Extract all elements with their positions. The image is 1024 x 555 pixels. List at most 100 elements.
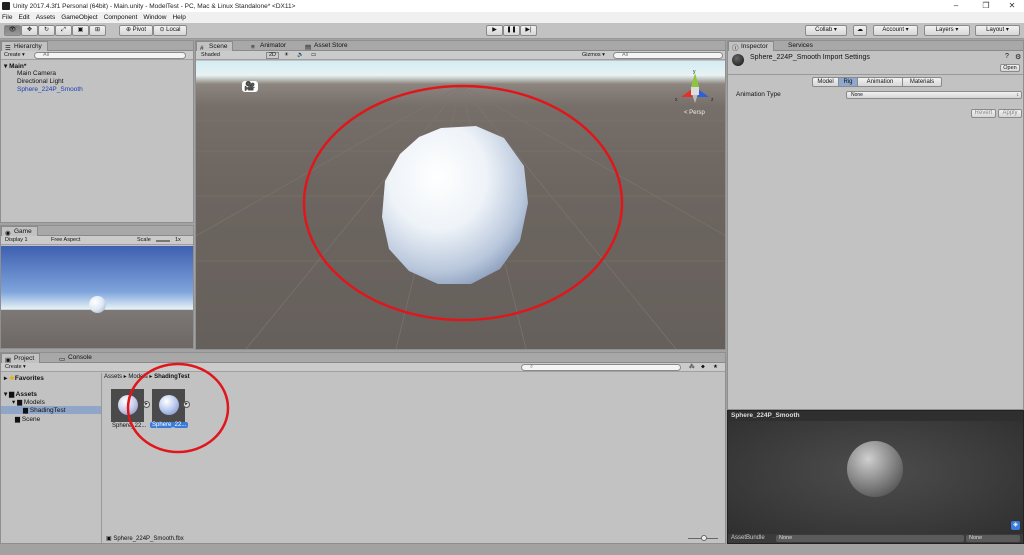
- project-toolbar: Create ▾ ⌕ ⁂ ⬥ ★: [1, 363, 725, 372]
- play-icon[interactable]: ▶: [486, 25, 503, 36]
- game-view[interactable]: [1, 246, 193, 348]
- scale-slider[interactable]: [156, 240, 170, 242]
- revert-button[interactable]: Revert: [971, 109, 996, 118]
- tab-asset-store[interactable]: ▤ Asset Store: [302, 41, 353, 51]
- console-icon: ▭: [59, 356, 66, 363]
- menu-edit[interactable]: Edit: [18, 14, 29, 21]
- scene-root[interactable]: ▾ Main*: [4, 62, 26, 70]
- tab-console[interactable]: ▭ Console: [56, 353, 97, 363]
- menu-assets[interactable]: Assets: [36, 14, 56, 21]
- tab-hierarchy[interactable]: ☰ Hierarchy: [1, 41, 48, 52]
- display-dropdown[interactable]: Display 1: [5, 237, 28, 244]
- tab-inspector[interactable]: ⓘ Inspector: [728, 41, 774, 52]
- tab-project[interactable]: ▣ Project: [1, 353, 41, 364]
- hierarchy-searchbar: Create ▾ All: [1, 51, 193, 60]
- tab-services[interactable]: Services: [776, 41, 818, 51]
- assetbundle-dropdown[interactable]: None: [776, 535, 964, 542]
- cloud-icon[interactable]: ☁: [853, 25, 867, 36]
- scale-tool-icon[interactable]: ⤢: [55, 25, 72, 36]
- menu-help[interactable]: Help: [172, 14, 185, 21]
- main-toolbar: 👁 ✥ ↻ ⤢ ▣ ⊞ ⊕ Pivot ⊙ Local ▶ ❚❚ ▶| Coll…: [0, 23, 1024, 39]
- scene-search-input[interactable]: All: [613, 52, 723, 59]
- scene-node[interactable]: ▆ Scene: [15, 415, 40, 423]
- assetbundle-variant-dropdown[interactable]: None: [966, 535, 1020, 542]
- animation-type-dropdown[interactable]: None ↕: [846, 91, 1022, 99]
- gizmo-z-label: z: [711, 97, 714, 103]
- tab-animator[interactable]: ≡ Animator: [248, 41, 291, 51]
- menu-component[interactable]: Component: [104, 14, 138, 21]
- persp-label[interactable]: < Persp: [684, 110, 705, 116]
- maximize-icon[interactable]: ❐: [974, 0, 998, 12]
- minimize-icon[interactable]: –: [944, 0, 968, 12]
- breadcrumb-assets[interactable]: Assets ▸: [104, 374, 127, 380]
- close-icon[interactable]: ✕: [1000, 0, 1024, 12]
- pivot-toggle[interactable]: ⊕ Pivot: [119, 25, 153, 36]
- account-dropdown[interactable]: Account ▾: [873, 25, 918, 36]
- hierarchy-item[interactable]: Directional Light: [17, 78, 64, 85]
- orientation-gizmo[interactable]: y x z: [674, 69, 716, 109]
- shading-dropdown[interactable]: Shaded: [201, 52, 220, 59]
- layout-dropdown[interactable]: Layout ▾: [975, 25, 1020, 36]
- project-create-button[interactable]: Create ▾: [5, 364, 26, 371]
- gizmos-dropdown[interactable]: Gizmos ▾: [582, 52, 605, 59]
- collab-dropdown[interactable]: Collab ▾: [805, 25, 847, 36]
- scene-icon: #: [200, 45, 204, 52]
- subtab-animation[interactable]: Animation: [857, 77, 903, 87]
- help-icon[interactable]: ?: [1005, 53, 1009, 60]
- slider-thumb[interactable]: [701, 535, 707, 541]
- preview-sphere: [847, 441, 903, 497]
- menu-gameobject[interactable]: GameObject: [61, 14, 98, 21]
- tab-game[interactable]: ◉ Game: [1, 226, 38, 237]
- menu-window[interactable]: Window: [143, 14, 166, 21]
- hierarchy-icon: ☰: [5, 45, 11, 52]
- rect-tool-icon[interactable]: ▣: [72, 25, 89, 36]
- layers-dropdown[interactable]: Layers ▾: [924, 25, 970, 36]
- scale-value: 1x: [175, 237, 181, 243]
- subtab-materials[interactable]: Materials: [902, 77, 942, 87]
- scene-viewport[interactable]: 🎥 y x z < Persp: [196, 61, 725, 349]
- tag-icon[interactable]: ◈: [1011, 521, 1020, 530]
- rotate-tool-icon[interactable]: ↻: [38, 25, 55, 36]
- apply-button[interactable]: Apply: [998, 109, 1022, 118]
- hierarchy-create-button[interactable]: Create ▾: [4, 52, 25, 59]
- scale-label: Scale: [137, 237, 151, 243]
- preview-viewport[interactable]: ◈: [728, 421, 1023, 534]
- hierarchy-item[interactable]: Main Camera: [17, 70, 56, 77]
- filter-label-icon[interactable]: ⬥: [701, 364, 705, 371]
- transform-tool-icon[interactable]: ⊞: [89, 25, 106, 36]
- unity-app-icon: [2, 2, 10, 10]
- folder-icon: ▆: [23, 407, 28, 414]
- folder-icon: ▆: [17, 399, 23, 406]
- inspector-tabstrip: ⓘ Inspector Services: [728, 41, 1023, 52]
- filter-type-icon[interactable]: ⁂: [689, 364, 695, 371]
- light-toggle-icon[interactable]: ☀: [284, 52, 289, 59]
- subtab-model[interactable]: Model: [812, 77, 839, 87]
- pause-icon[interactable]: ❚❚: [503, 25, 520, 36]
- hierarchy-search-input[interactable]: All: [34, 52, 186, 59]
- hand-tool-icon[interactable]: 👁: [4, 25, 21, 36]
- info-icon: ⓘ: [732, 45, 739, 52]
- assets-node[interactable]: ▾ ▆ Assets: [4, 390, 37, 398]
- effects-toggle-icon[interactable]: ▭: [311, 52, 316, 59]
- subtab-rig[interactable]: Rig: [838, 77, 858, 87]
- 2d-toggle[interactable]: 2D: [266, 52, 280, 59]
- tab-scene[interactable]: # Scene: [196, 41, 234, 52]
- audio-toggle-icon[interactable]: 🔈: [297, 52, 304, 59]
- menu-file[interactable]: File: [2, 14, 12, 21]
- models-node[interactable]: ▾ ▆ Models: [12, 398, 45, 406]
- project-search-input[interactable]: ⌕: [521, 364, 681, 371]
- camera-gizmo-icon[interactable]: 🎥: [242, 81, 258, 92]
- settings-icon[interactable]: ⚙: [1015, 53, 1021, 61]
- local-toggle[interactable]: ⊙ Local: [153, 25, 187, 36]
- hierarchy-item-selected[interactable]: Sphere_224P_Smooth: [17, 86, 83, 93]
- move-tool-icon[interactable]: ✥: [21, 25, 38, 36]
- hierarchy-panel: ☰ Hierarchy Create ▾ All ▾ Main* Main Cam…: [0, 40, 194, 223]
- step-icon[interactable]: ▶|: [520, 25, 537, 36]
- footer-file-icon: ▣: [106, 536, 112, 542]
- project-panel: ▣ Project ▭ Console Create ▾ ⌕ ⁂ ⬥ ★ ▸ ★Fa…: [0, 352, 726, 544]
- shadingtest-node[interactable]: ▆ ShadingTest: [1, 406, 101, 414]
- open-button[interactable]: Open: [1000, 64, 1020, 72]
- favorite-star-icon[interactable]: ★: [713, 364, 718, 371]
- aspect-dropdown[interactable]: Free Aspect: [51, 237, 80, 244]
- favorites-node[interactable]: ▸ ★Favorites: [4, 374, 44, 382]
